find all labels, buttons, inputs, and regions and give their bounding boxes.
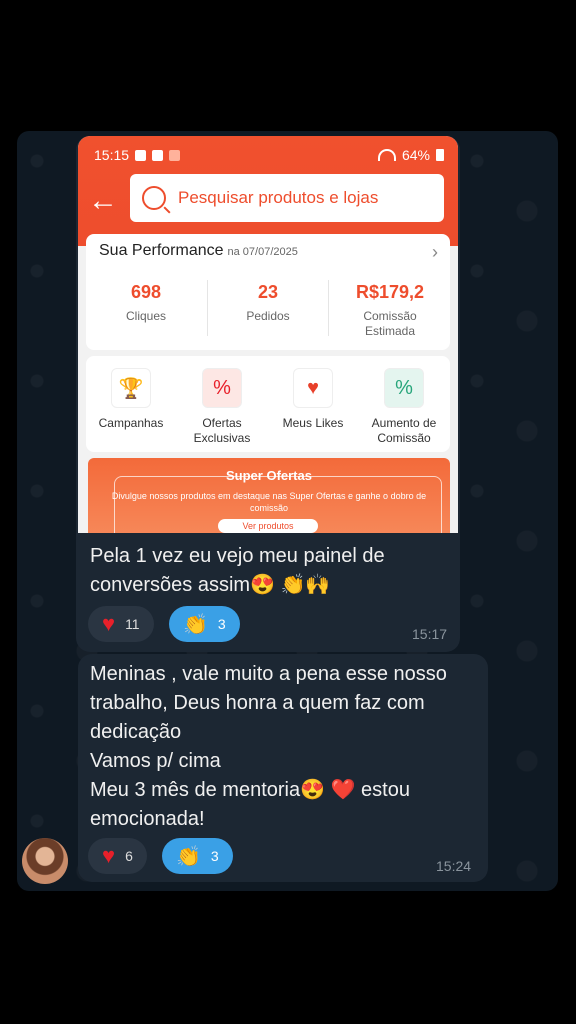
reaction-count: 11	[125, 616, 140, 632]
heart-icon: ♥	[293, 368, 333, 408]
performance-card[interactable]: Sua Performance na 07/07/2025 › 698 Cliqu…	[86, 234, 450, 350]
reaction-heart[interactable]: ♥ 11	[88, 606, 154, 642]
shortcuts-card: 🏆 Campanhas % Ofertas Exclusivas ♥ Meus …	[86, 356, 450, 452]
shortcut-label: Aumento de Comissão	[371, 416, 437, 445]
shortcut-ofertas-exclusivas[interactable]: % Ofertas Exclusivas	[177, 368, 267, 446]
shortcut-campanhas[interactable]: 🏆 Campanhas	[86, 368, 176, 431]
super-offers-title: Super Ofertas	[226, 468, 312, 483]
stat-label: Pedidos	[246, 309, 290, 323]
wifi-icon	[377, 149, 396, 161]
stat-label: Cliques	[125, 309, 167, 323]
super-offers-description: Divulgue nossos produtos em destaque nas…	[111, 491, 427, 513]
status-battery: 64%	[401, 147, 430, 163]
performance-date: na 07/07/2025	[227, 246, 298, 258]
checkbox-icon	[152, 149, 164, 161]
handshake-icon: %	[202, 368, 242, 408]
search-icon	[142, 186, 166, 210]
voicemail-icon	[135, 149, 147, 161]
reaction-count: 6	[125, 848, 133, 864]
search-input[interactable]: Pesquisar produtos e lojas	[130, 174, 444, 222]
stat-cliques: 698 Cliques	[86, 282, 206, 324]
heart-icon: ♥	[102, 843, 116, 868]
message-text: Pela 1 vez eu vejo meu painel de convers…	[90, 545, 385, 596]
app-header: 15:15 64% ← Pesquisar produtos e lojas	[78, 136, 458, 246]
percent-icon: %	[384, 368, 424, 408]
shortcut-label: Ofertas Exclusivas	[193, 416, 251, 445]
stat-pedidos: 23 Pedidos	[208, 282, 328, 324]
heart-icon: ♥	[102, 611, 116, 636]
avatar[interactable]	[22, 838, 68, 884]
message-time: 15:24	[436, 858, 472, 874]
stat-comissao: R$179,2 Comissão Estimada	[330, 282, 450, 339]
shortcut-label: Campanhas	[98, 416, 164, 430]
shortcut-aumento-comissao[interactable]: % Aumento de Comissão	[359, 368, 449, 446]
search-placeholder: Pesquisar produtos e lojas	[178, 188, 379, 207]
stat-value: 698	[130, 282, 162, 302]
reaction-clap[interactable]: 👏 3	[169, 606, 240, 642]
reaction-clap[interactable]: 👏 3	[162, 838, 233, 874]
stat-value: R$179,2	[355, 282, 425, 302]
status-time: 15:15	[94, 147, 130, 163]
stat-label: Comissão Estimada	[363, 309, 417, 338]
back-arrow-icon[interactable]: ←	[88, 186, 118, 216]
battery-icon	[436, 149, 444, 161]
reaction-count: 3	[210, 848, 219, 864]
reaction-heart[interactable]: ♥ 6	[88, 838, 147, 874]
clapping-hands-icon: 👏	[176, 845, 201, 868]
shortcut-label: Meus Likes	[282, 416, 344, 430]
message-bubble-2[interactable]: Meninas , vale muito a pena esse nosso t…	[78, 654, 488, 882]
message-time: 15:17	[412, 626, 448, 642]
clapping-hands-icon: 👏	[183, 613, 208, 636]
ver-produtos-button[interactable]: Ver produtos	[218, 519, 318, 533]
super-offers-banner[interactable]: Super Ofertas Divulgue nossos produtos e…	[88, 458, 450, 533]
status-bar: 15:15 64%	[94, 144, 444, 166]
shortcut-meus-likes[interactable]: ♥ Meus Likes	[268, 368, 358, 431]
reaction-count: 3	[217, 616, 226, 632]
divider	[328, 280, 329, 336]
app-notification-icon	[169, 149, 181, 161]
stat-value: 23	[257, 282, 279, 302]
performance-title: Sua Performance na 07/07/2025	[99, 242, 298, 259]
message-text: Meninas , vale muito a pena esse nosso t…	[90, 663, 447, 830]
shared-screenshot[interactable]: 15:15 64% ← Pesquisar produtos e lojas S…	[78, 136, 458, 533]
trophy-icon: 🏆	[111, 368, 151, 408]
chevron-right-icon[interactable]: ›	[432, 242, 438, 263]
message-bubble-1[interactable]: 15:15 64% ← Pesquisar produtos e lojas S…	[76, 136, 460, 652]
